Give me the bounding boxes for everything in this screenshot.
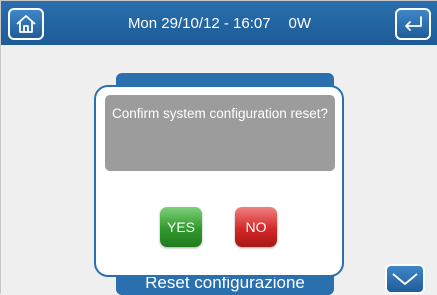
yes-button[interactable]: YES — [160, 207, 202, 247]
return-arrow-icon — [405, 16, 422, 31]
device-screen: Mon 29/10/12 - 16:07 0W Reset configuraz… — [0, 0, 437, 295]
power-readout: 0W — [288, 14, 312, 32]
no-button[interactable]: NO — [235, 207, 277, 247]
datetime-text: Mon 29/10/12 - 16:07 — [127, 14, 271, 32]
top-bar: Mon 29/10/12 - 16:07 0W — [1, 1, 437, 45]
confirm-dialog: Confirm system configuration reset? YES … — [94, 85, 344, 277]
back-button[interactable] — [395, 8, 431, 40]
chevron-down-icon — [392, 273, 418, 285]
confirm-message: Confirm system configuration reset? — [105, 95, 335, 171]
scroll-down-button[interactable] — [385, 264, 425, 294]
home-icon — [16, 15, 36, 33]
home-button[interactable] — [8, 8, 44, 40]
